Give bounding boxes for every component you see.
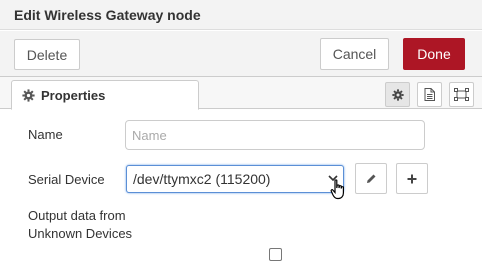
tab-properties[interactable]: Properties	[11, 80, 199, 110]
appearance-icon	[454, 88, 469, 101]
gear-icon	[22, 88, 35, 102]
name-input[interactable]	[125, 120, 425, 150]
unknown-devices-label: Output data from Unknown Devices	[28, 208, 133, 241]
gear-icon	[391, 88, 404, 101]
delete-button[interactable]: Delete	[14, 39, 80, 70]
serial-device-label: Serial Device	[28, 172, 105, 187]
name-label: Name	[28, 127, 63, 142]
dialog-title: Edit Wireless Gateway node	[14, 7, 201, 23]
unknown-devices-checkbox[interactable]	[269, 248, 282, 261]
add-serial-button[interactable]	[396, 163, 428, 194]
tab-settings[interactable]	[385, 82, 410, 107]
plus-icon	[407, 174, 417, 183]
tab-description[interactable]	[417, 82, 442, 107]
done-button[interactable]: Done	[403, 38, 465, 70]
dialog-title-bar: Edit Wireless Gateway node	[0, 0, 482, 30]
cancel-button[interactable]: Cancel	[320, 38, 389, 70]
serial-device-value: /dev/ttymxc2 (115200)	[133, 171, 271, 187]
pencil-icon	[366, 174, 375, 183]
edit-serial-button[interactable]	[355, 163, 387, 194]
description-icon	[424, 88, 435, 101]
hand-cursor-icon	[330, 179, 344, 200]
serial-device-select[interactable]: /dev/ttymxc2 (115200)	[126, 165, 344, 193]
tab-properties-label: Properties	[41, 87, 106, 103]
tab-appearance[interactable]	[449, 82, 474, 107]
